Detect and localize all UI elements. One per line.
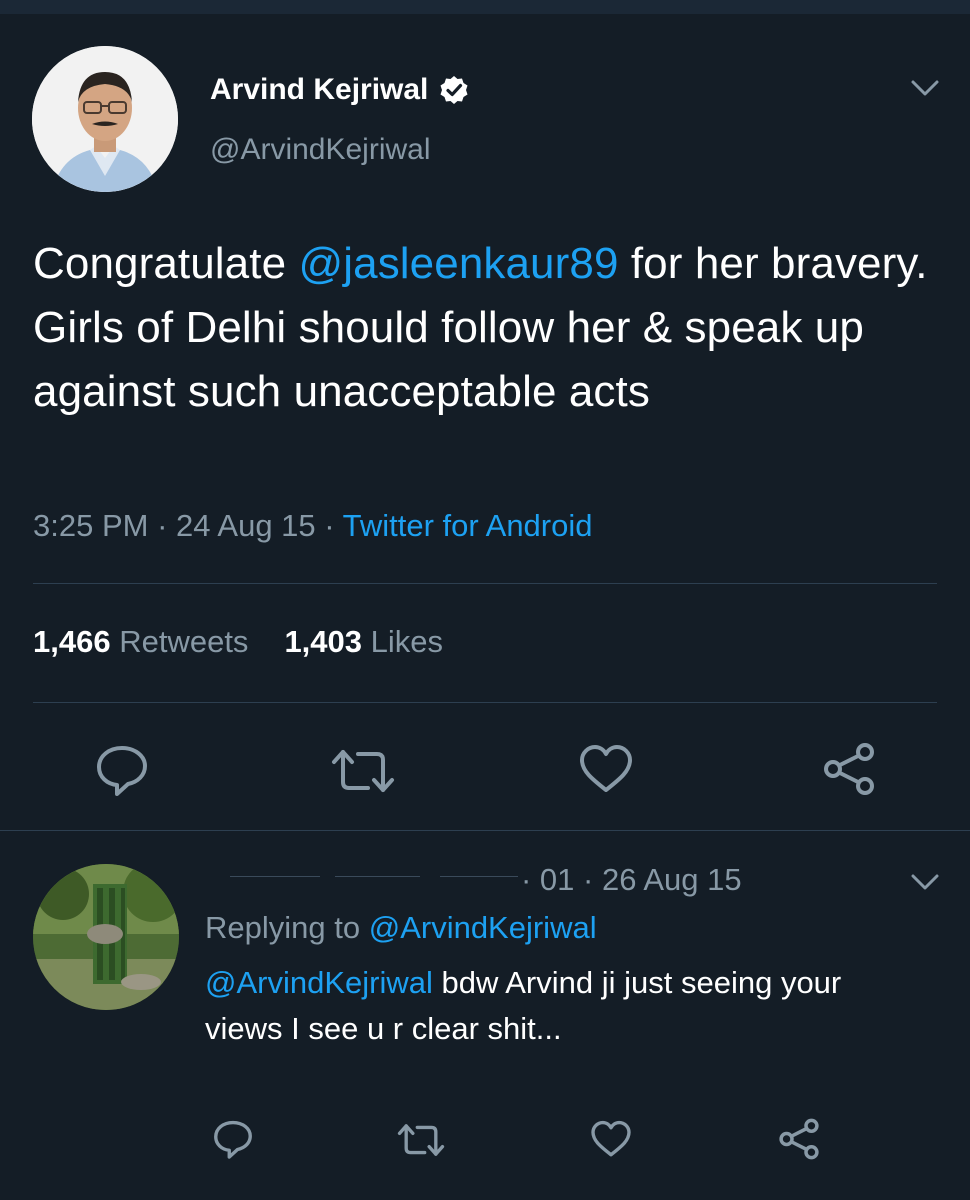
reply-author-avatar[interactable] (33, 864, 179, 1010)
share-icon[interactable] (778, 1118, 820, 1160)
chevron-down-icon[interactable] (910, 78, 940, 98)
retweets-count: 1,466 (33, 624, 111, 659)
author-handle[interactable]: @ArvindKejriwal (210, 133, 431, 167)
divider (33, 583, 937, 584)
likes-label: Likes (370, 624, 444, 659)
retweets-stat[interactable]: 1,466 Retweets (33, 624, 248, 659)
mention-link[interactable]: @jasleenkaur89 (298, 239, 618, 288)
share-icon[interactable] (822, 742, 876, 796)
meta-separator: · (315, 508, 343, 543)
tweet-text: Congratulate @jasleenkaur89 for her brav… (33, 232, 933, 424)
tweet-date[interactable]: 24 Aug 15 (176, 508, 316, 543)
reply-icon[interactable] (212, 1118, 254, 1160)
section-separator (0, 830, 970, 831)
tweet-meta: 3:25 PM · 24 Aug 15 · Twitter for Androi… (33, 508, 593, 544)
tweet-text-prefix: Congratulate (33, 239, 299, 288)
redacted-handle (335, 876, 420, 877)
likes-count: 1,403 (284, 624, 363, 659)
like-icon[interactable] (590, 1120, 632, 1158)
reply-meta[interactable]: · 01 · 26 Aug 15 (521, 862, 742, 898)
redacted-name (230, 876, 320, 877)
top-bar (0, 0, 970, 14)
author-display-name[interactable]: Arvind Kejriwal (210, 73, 428, 107)
retweets-label: Retweets (119, 624, 249, 659)
redacted-handle (440, 876, 518, 877)
replying-to: Replying to @ArvindKejriwal (205, 910, 597, 946)
meta-separator: · (148, 508, 177, 543)
reply-text: @ArvindKejriwal bdw Arvind ji just seein… (205, 960, 925, 1052)
retweet-icon[interactable] (330, 744, 396, 798)
reply-icon[interactable] (94, 742, 150, 798)
like-icon[interactable] (578, 744, 634, 794)
tweet-source-link[interactable]: Twitter for Android (343, 508, 593, 543)
author-name-row[interactable]: Arvind Kejriwal (210, 70, 470, 110)
replying-to-mention[interactable]: @ArvindKejriwal (369, 910, 597, 945)
replying-to-label: Replying to (205, 910, 369, 945)
retweet-icon[interactable] (396, 1120, 446, 1160)
reply-mention-link[interactable]: @ArvindKejriwal (205, 965, 433, 1000)
likes-stat[interactable]: 1,403 Likes (284, 624, 443, 659)
verified-badge-icon (440, 76, 468, 104)
tweet-time: 3:25 PM (33, 508, 149, 543)
chevron-down-icon[interactable] (910, 872, 940, 892)
author-avatar[interactable] (32, 46, 178, 192)
tweet-stats: 1,466 Retweets 1,403 Likes (33, 624, 443, 660)
divider (33, 702, 937, 703)
